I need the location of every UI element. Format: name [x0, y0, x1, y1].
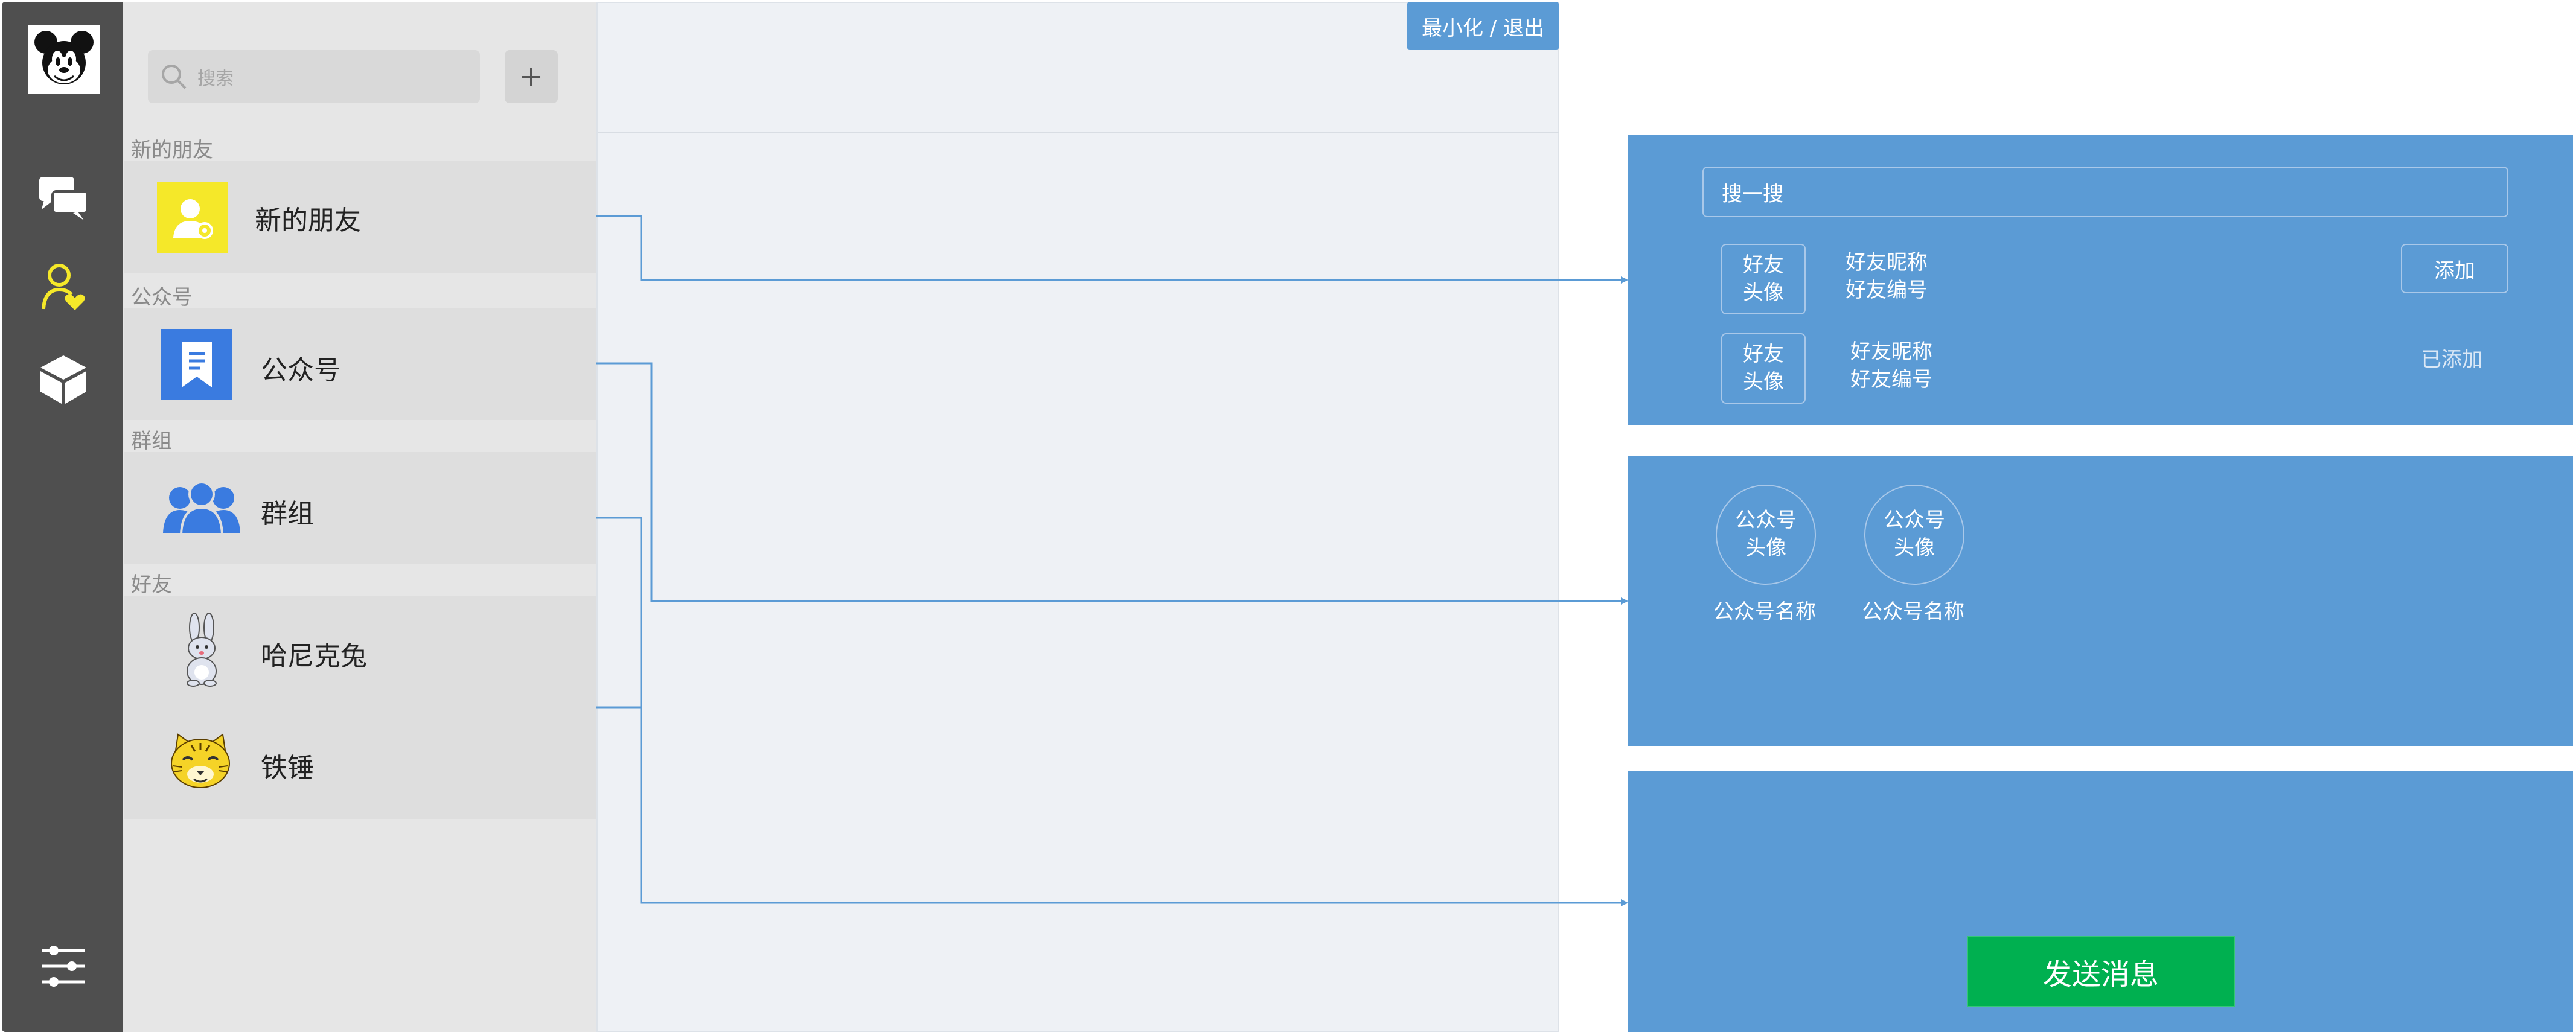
- connector-groups: [596, 517, 1628, 906]
- connector-arrows: [596, 215, 1628, 906]
- app-root: 搜索 + 新的朋友 新的朋友 公众号 公众号 群组 群组 好友 哈尼克兔 铁锤 …: [0, 0, 2576, 1035]
- connector-official: [596, 362, 1628, 605]
- connector-new-friends: [596, 215, 1628, 284]
